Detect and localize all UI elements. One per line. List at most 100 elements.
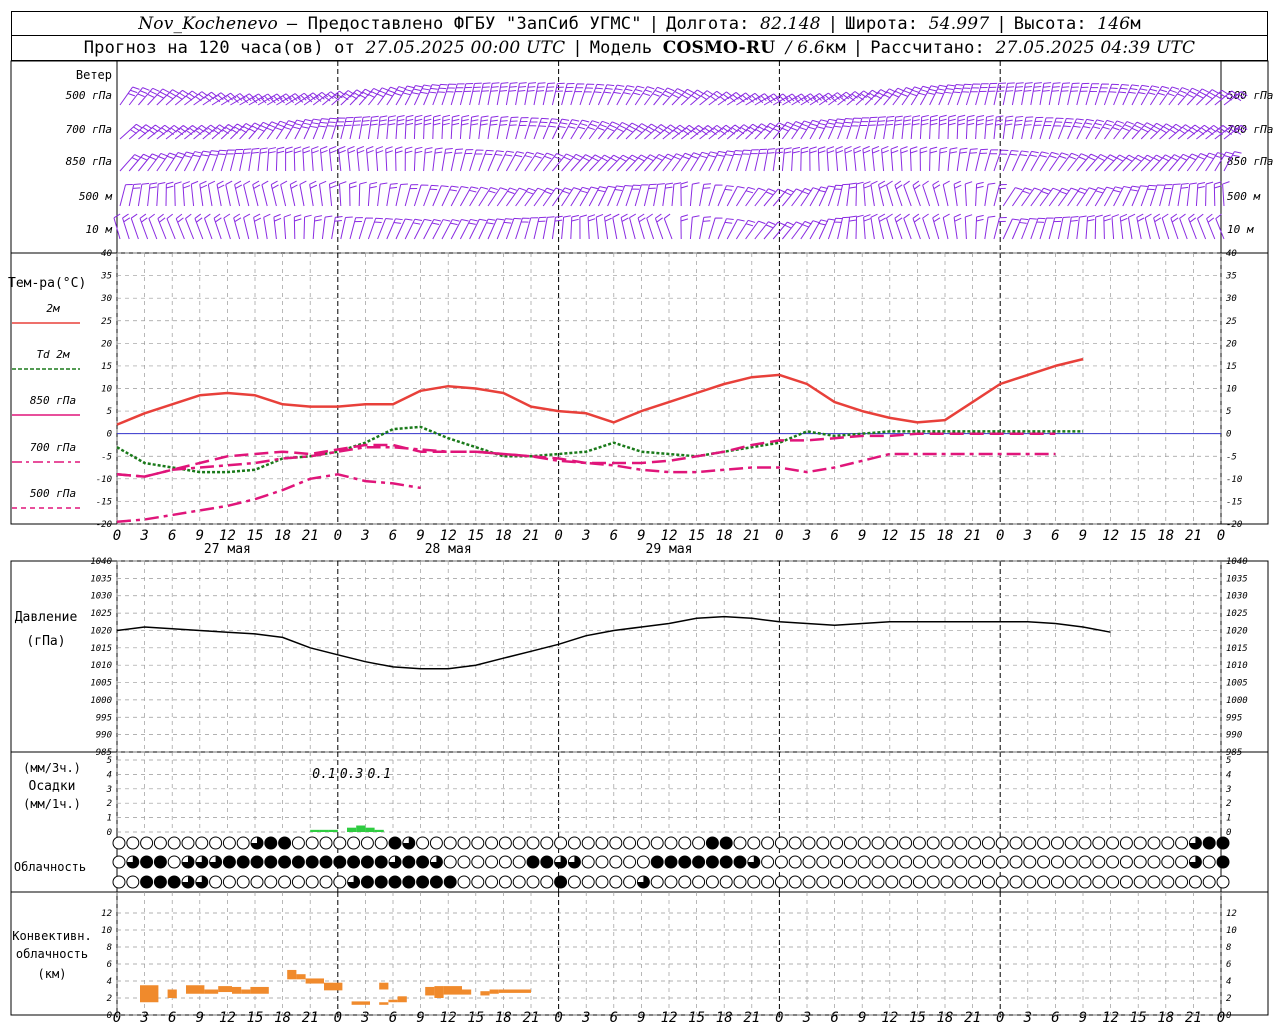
wind-barb bbox=[469, 218, 487, 240]
conv-tick-label: 8 bbox=[107, 943, 112, 953]
wind-barb bbox=[450, 114, 460, 140]
cloud-cover-symbol bbox=[567, 836, 581, 850]
wind-barb bbox=[809, 92, 835, 106]
wind-barb bbox=[253, 213, 262, 240]
conv-bar bbox=[397, 996, 407, 1003]
wind-level-label-right: 700 гПа bbox=[1227, 123, 1273, 136]
cloud-cover-symbol bbox=[1037, 875, 1051, 889]
wind-barb bbox=[413, 184, 429, 207]
time-tick-label: 12 bbox=[1102, 528, 1119, 544]
precip-bar bbox=[356, 825, 366, 832]
wind-barb bbox=[579, 214, 588, 240]
wind-barb bbox=[708, 150, 726, 172]
temp-tick-label-right: 10 bbox=[1226, 385, 1237, 395]
wind-barb bbox=[423, 184, 439, 207]
wind-barb bbox=[964, 214, 973, 240]
wind-barb bbox=[1150, 154, 1173, 172]
temp-tick-label-right: 15 bbox=[1226, 362, 1237, 372]
time-tick-label: 3 bbox=[802, 1010, 811, 1024]
wind-barb bbox=[229, 148, 244, 172]
cloud-cover-symbol bbox=[899, 836, 913, 850]
cloud-cover-symbol bbox=[1064, 875, 1078, 889]
wind-barb bbox=[634, 154, 657, 172]
cloud-cover-symbol bbox=[512, 875, 526, 889]
wind-barb bbox=[270, 180, 279, 207]
cloud-cover-symbol bbox=[278, 855, 292, 869]
wind-barb bbox=[561, 215, 571, 240]
pres-tick-label: 1035 bbox=[90, 574, 112, 584]
prec-tick-label-right: 2 bbox=[1226, 799, 1231, 809]
wind-title: Ветер bbox=[76, 68, 112, 82]
wind-barb bbox=[570, 83, 585, 106]
wind-level-label-right: 500 м bbox=[1227, 190, 1260, 203]
wind-barb bbox=[984, 215, 996, 240]
wind-barb bbox=[871, 145, 880, 172]
wind-barb bbox=[616, 154, 639, 172]
wind-barb bbox=[964, 181, 973, 207]
cloud-cover-symbol bbox=[857, 836, 871, 850]
cloud-cover-symbol bbox=[899, 855, 913, 869]
cloud-cover-symbol bbox=[912, 875, 926, 889]
temp-legend-label: 700 гПа bbox=[30, 441, 76, 454]
wind-barb bbox=[853, 145, 862, 172]
wind-barb bbox=[1076, 215, 1087, 240]
cloud-cover-symbol bbox=[705, 875, 719, 889]
conv-bar bbox=[140, 985, 159, 1003]
wind-barb bbox=[781, 147, 792, 172]
cloud-cover-symbol bbox=[195, 875, 209, 889]
cloud-cover-symbol bbox=[774, 836, 788, 850]
time-tick-label: 15 bbox=[909, 1010, 926, 1024]
conv-bar bbox=[498, 989, 531, 993]
wind-barb bbox=[1039, 117, 1054, 140]
cloud-cover-symbol bbox=[871, 875, 885, 889]
time-tick-label: 15 bbox=[909, 528, 926, 544]
conv-bar bbox=[434, 986, 444, 998]
time-tick-label: 21 bbox=[1185, 1010, 1202, 1024]
time-tick-label: 12 bbox=[219, 1010, 236, 1024]
wind-barb bbox=[900, 146, 908, 172]
wind-barb bbox=[469, 149, 484, 172]
time-tick-label: 21 bbox=[1185, 528, 1202, 544]
prec-unit-3h: (мм/3ч.) bbox=[23, 761, 81, 775]
wind-barb bbox=[182, 181, 191, 207]
cloud-cover-symbol bbox=[581, 836, 595, 850]
wind-level-label: 850 гПа bbox=[66, 155, 112, 168]
time-tick-label: 12 bbox=[881, 1010, 898, 1024]
wind-barb bbox=[533, 152, 554, 172]
wind-barb bbox=[984, 82, 998, 106]
time-tick-label: 18 bbox=[1157, 528, 1174, 544]
cloud-cover-symbol bbox=[926, 855, 940, 869]
cloud-cover-symbol bbox=[595, 836, 609, 850]
prec-tick-label-right: 4 bbox=[1226, 770, 1231, 780]
cloud-cover-symbol bbox=[926, 875, 940, 889]
precip-bar bbox=[319, 829, 329, 832]
time-tick-label: 0 bbox=[996, 1010, 1004, 1024]
cloud-cover-symbol bbox=[250, 855, 264, 869]
wind-barb bbox=[864, 116, 878, 140]
cloud-cover-symbol bbox=[126, 836, 140, 850]
time-tick-label: 21 bbox=[964, 528, 981, 544]
wind-barb bbox=[395, 115, 405, 140]
cloud-cover-symbol bbox=[857, 875, 871, 889]
wind-barb bbox=[293, 146, 302, 172]
temp-tick-label: 20 bbox=[101, 339, 112, 349]
wind-barb bbox=[367, 217, 384, 240]
wind-barb bbox=[881, 145, 889, 172]
cloud-cover-symbol bbox=[1133, 855, 1147, 869]
wind-barb bbox=[1103, 214, 1112, 240]
cloud-cover-symbol bbox=[843, 836, 857, 850]
cloud-cover-symbol bbox=[429, 855, 443, 869]
wind-barb bbox=[708, 217, 723, 240]
cloud-cover-symbol bbox=[1119, 855, 1133, 869]
wind-barb bbox=[579, 120, 600, 140]
wind-barb bbox=[1205, 181, 1214, 207]
cloud-cover-symbol bbox=[1106, 836, 1120, 850]
pres-tick-label: 1005 bbox=[90, 679, 112, 689]
cloud-cover-symbol bbox=[968, 855, 982, 869]
wind-barb bbox=[708, 124, 733, 140]
wind-barb bbox=[800, 93, 826, 106]
cloud-cover-symbol bbox=[498, 875, 512, 889]
conv-tick-label-right: 2 bbox=[1226, 994, 1231, 1004]
conv-bar bbox=[204, 989, 219, 994]
cloud-title: Облачность bbox=[14, 860, 86, 874]
